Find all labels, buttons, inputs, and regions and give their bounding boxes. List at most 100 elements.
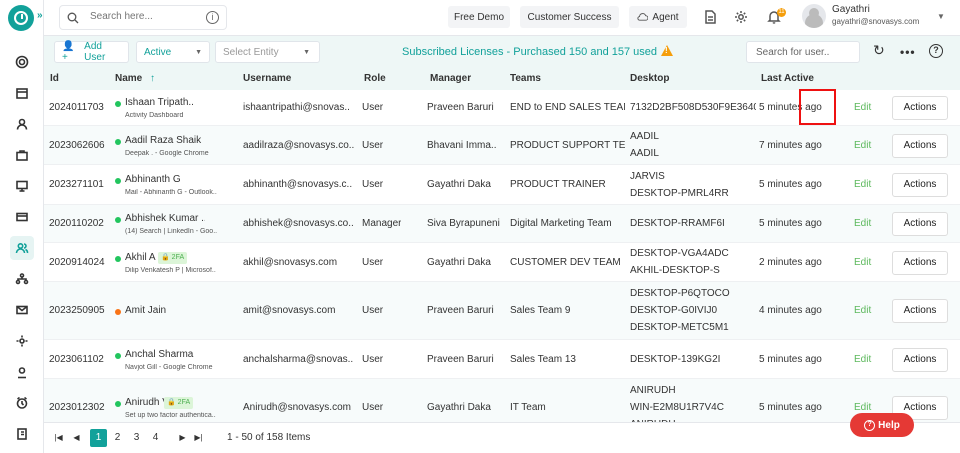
edit-link[interactable]: Edit	[854, 354, 871, 365]
customer-success-button[interactable]: Customer Success	[520, 6, 619, 28]
sidebar-item-mail[interactable]	[10, 298, 34, 322]
user-email: akhil@snovasys.com	[243, 256, 338, 268]
edit-link[interactable]: Edit	[854, 102, 871, 113]
user-icon	[16, 118, 28, 130]
refresh-icon[interactable]: ↻	[873, 42, 885, 59]
first-page-icon[interactable]: |◀	[50, 429, 67, 447]
desktop-name: DESKTOP-P6QTOCO	[630, 288, 730, 299]
table-row[interactable]: 2023012302 Anirudh Vaka 🔒 2FA Set up two fa…	[44, 379, 960, 422]
edit-link[interactable]: Edit	[854, 179, 871, 190]
chevron-down-icon[interactable]: ▼	[937, 12, 945, 21]
sidebar-item-dashboard[interactable]	[10, 50, 34, 74]
user-id: 2020110202	[49, 218, 104, 229]
column-header-teams[interactable]: Teams	[510, 73, 541, 84]
edit-link[interactable]: Edit	[854, 305, 871, 316]
sidebar-item-alarm[interactable]	[10, 391, 34, 415]
sidebar-item-briefcase[interactable]	[10, 143, 34, 167]
table-row[interactable]: 2023271101 Abhinanth G Mail - Abhinanth G …	[44, 165, 960, 205]
desktop-name: 7132D2BF508D530F9E364089	[630, 102, 756, 113]
user-email: anchalsharma@snovas..	[243, 353, 354, 365]
table-row[interactable]: 2023250905 Amit Jain amit@snovasys.com User…	[44, 282, 960, 340]
help-icon: ?	[864, 419, 876, 431]
edit-link[interactable]: Edit	[854, 140, 871, 151]
next-page-icon[interactable]: ▶	[174, 429, 191, 447]
agent-button[interactable]: Agent	[629, 6, 687, 28]
more-options-icon[interactable]: •••	[900, 45, 916, 59]
calendar-icon	[16, 88, 28, 99]
desktop-name: DESKTOP-METC5M1	[630, 322, 729, 333]
info-icon[interactable]: i	[206, 11, 219, 24]
free-demo-button[interactable]: Free Demo	[448, 6, 510, 28]
actions-button[interactable]: Actions	[892, 299, 948, 323]
prev-page-icon[interactable]: ◀	[68, 429, 85, 447]
global-search[interactable]: i	[59, 5, 227, 30]
column-header-role[interactable]: Role	[364, 73, 386, 84]
sidebar-item-person-pin[interactable]	[10, 360, 34, 384]
actions-button[interactable]: Actions	[892, 173, 948, 197]
actions-button[interactable]: Actions	[892, 133, 948, 158]
document-icon[interactable]	[702, 9, 718, 25]
help-circle-icon[interactable]: ?	[929, 44, 943, 58]
last-active: 7 minutes ago	[759, 139, 822, 151]
help-button[interactable]: ? Help	[850, 413, 914, 437]
user-search-input[interactable]: Search for user..	[746, 41, 860, 63]
table-row[interactable]: 2020914024 Akhil A 🔒 2FA Dilip Venkatesh P …	[44, 243, 960, 282]
users-toolbar: 👤+ Add User Active ▼ Select Entity ▼ Sub…	[44, 36, 960, 68]
column-header-username[interactable]: Username	[243, 73, 291, 84]
column-header-name[interactable]: Name	[115, 73, 142, 84]
last-active: 5 minutes ago	[759, 353, 822, 365]
user-name[interactable]: Abhishek Kumar ..	[125, 213, 205, 224]
settings-gear-icon[interactable]	[733, 9, 749, 25]
actions-button[interactable]: Actions	[892, 212, 948, 236]
actions-button[interactable]: Actions	[892, 347, 948, 372]
user-name[interactable]: Aadil Raza Shaik	[125, 135, 205, 146]
user-name[interactable]: Abhinanth G	[125, 174, 205, 185]
user-name[interactable]: Amit Jain	[125, 305, 205, 316]
user-team: PRODUCT SUPPORT TEAM	[510, 139, 625, 151]
column-header-last-active[interactable]: Last Active	[761, 73, 814, 84]
user-id: 2023061102	[49, 353, 104, 365]
actions-button[interactable]: Actions	[892, 250, 948, 275]
notification-count: 11	[777, 8, 786, 17]
sort-ascending-icon[interactable]: ↑	[150, 73, 155, 84]
avatar[interactable]	[802, 4, 826, 28]
sidebar-item-settings[interactable]	[10, 329, 34, 353]
page-3-button[interactable]: 3	[128, 429, 145, 447]
edit-link[interactable]: Edit	[854, 402, 871, 413]
user-email: Anirudh@snovasys.com	[243, 402, 351, 413]
page-2-button[interactable]: 2	[109, 429, 126, 447]
sidebar-item-user[interactable]	[10, 112, 34, 136]
column-header-desktop[interactable]: Desktop	[630, 73, 669, 84]
app-logo[interactable]	[8, 5, 34, 31]
page-4-button[interactable]: 4	[147, 429, 164, 447]
page-1-button[interactable]: 1	[90, 429, 107, 447]
add-user-button[interactable]: 👤+ Add User	[54, 41, 129, 63]
sidebar-item-card[interactable]	[10, 205, 34, 229]
entity-select[interactable]: Select Entity ▼	[215, 41, 320, 63]
sidebar-item-users[interactable]	[10, 236, 34, 260]
table-row[interactable]: 2023061102 Anchal Sharma Navjot Gill - Goo…	[44, 340, 960, 379]
column-header-manager[interactable]: Manager	[430, 73, 471, 84]
edit-link[interactable]: Edit	[854, 257, 871, 268]
user-name[interactable]: Ishaan Tripath..	[125, 97, 205, 108]
sidebar-item-calendar[interactable]	[10, 81, 34, 105]
last-page-icon[interactable]: ▶|	[190, 429, 207, 447]
actions-button[interactable]: Actions	[892, 96, 948, 120]
column-header-id[interactable]: Id	[50, 73, 59, 84]
sidebar-item-monitor[interactable]	[10, 174, 34, 198]
user-email: amit@snovasys.com	[243, 305, 336, 316]
table-row[interactable]: 2020110202 Abhishek Kumar .. (14) Search |…	[44, 205, 960, 243]
alarm-icon	[16, 396, 28, 409]
sidebar-item-invoice[interactable]	[10, 422, 34, 446]
status-filter-select[interactable]: Active ▼	[136, 41, 210, 63]
sidebar-item-org-chart[interactable]	[10, 267, 34, 291]
edit-link[interactable]: Edit	[854, 218, 871, 229]
search-input[interactable]	[90, 11, 200, 22]
status-dot	[115, 401, 121, 407]
user-role: User	[362, 102, 384, 113]
add-user-icon: 👤+	[62, 41, 75, 63]
desktop-name: AADIL	[630, 148, 659, 159]
expand-sidebar-icon[interactable]: »	[37, 10, 43, 21]
table-row[interactable]: 2023062606 Aadil Raza Shaik Deepak . - Goo…	[44, 126, 960, 165]
user-name[interactable]: Anchal Sharma	[125, 349, 205, 360]
